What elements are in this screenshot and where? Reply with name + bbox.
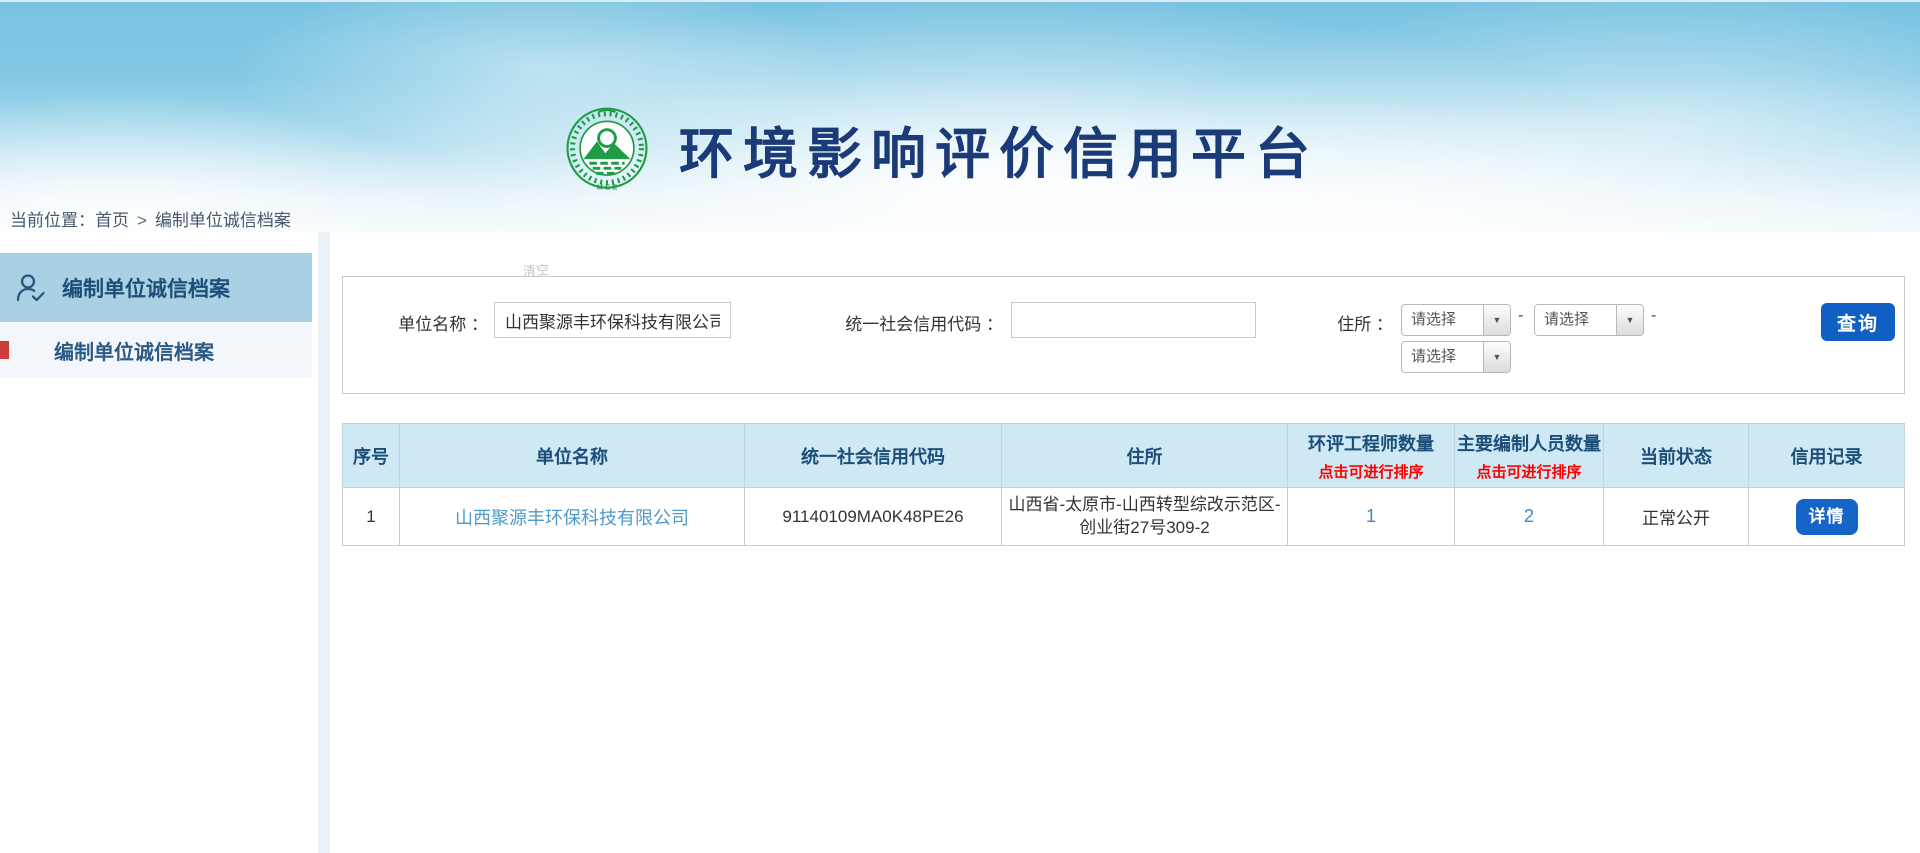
table-row: 1 山西聚源丰环保科技有限公司 91140109MA0K48PE26 山西省-太… bbox=[343, 488, 1905, 546]
cell-engineer-count: 1 bbox=[1288, 488, 1455, 546]
cell-company-name: 山西聚源丰环保科技有限公司 bbox=[400, 488, 745, 546]
address-dash: - bbox=[1518, 307, 1523, 325]
site-title: 环境影响评价信用平台 bbox=[679, 109, 1319, 189]
address-dash: - bbox=[1651, 307, 1656, 325]
chevron-down-icon: ▼ bbox=[1616, 305, 1643, 335]
company-name-label: 单位名称 ： bbox=[343, 310, 488, 335]
sidebar-header-label: 编制单位诚信档案 bbox=[62, 273, 230, 303]
search-button[interactable]: 查询 bbox=[1821, 303, 1895, 341]
col-status: 当前状态 bbox=[1604, 424, 1749, 488]
col-editor-count-sortable[interactable]: 主要编制人员数量 点击可进行排序 bbox=[1455, 424, 1604, 488]
company-name-link[interactable]: 山西聚源丰环保科技有限公司 bbox=[455, 508, 689, 528]
sidebar-item-unit-credit-archive[interactable]: 编制单位诚信档案 bbox=[0, 322, 312, 378]
cell-status: 正常公开 bbox=[1604, 488, 1749, 546]
col-engineer-count-sortable[interactable]: 环评工程师数量 点击可进行排序 bbox=[1288, 424, 1455, 488]
page: M E E 环境影响评价信用平台 当前位置：首页 > 编制单位诚信档案 编制单位诚信… bbox=[0, 0, 1920, 853]
sidebar: 编制单位诚信档案 编制单位诚信档案 bbox=[0, 232, 312, 853]
address-district-value: 请选择 bbox=[1402, 342, 1483, 372]
table-header-row: 序号 单位名称 统一社会信用代码 住所 环评工程师数量 点击可进行排序 主要编制… bbox=[343, 424, 1905, 488]
sort-hint: 点击可进行排序 bbox=[1290, 461, 1452, 482]
col-engineer-count-label: 环评工程师数量 bbox=[1290, 430, 1452, 456]
cell-seq: 1 bbox=[343, 488, 400, 546]
sidebar-content-divider bbox=[318, 232, 330, 853]
col-address: 住所 bbox=[1002, 424, 1288, 488]
col-company-name: 单位名称 bbox=[400, 424, 745, 488]
active-item-marker bbox=[0, 341, 9, 359]
breadcrumb-home-link[interactable]: 首页 bbox=[95, 211, 129, 230]
sort-hint: 点击可进行排序 bbox=[1457, 461, 1601, 482]
engineer-count-link[interactable]: 1 bbox=[1366, 506, 1376, 526]
result-table: 序号 单位名称 统一社会信用代码 住所 环评工程师数量 点击可进行排序 主要编制… bbox=[342, 423, 1905, 546]
breadcrumb-current: 编制单位诚信档案 bbox=[155, 211, 291, 230]
logo-text: M E E bbox=[597, 182, 618, 191]
pagination-remnant bbox=[1334, 849, 1368, 853]
user-check-icon bbox=[15, 272, 47, 304]
address-province-select[interactable]: 请选择 ▼ bbox=[1401, 304, 1511, 336]
col-credit-code: 统一社会信用代码 bbox=[745, 424, 1002, 488]
header-banner: M E E 环境影响评价信用平台 bbox=[0, 0, 1920, 232]
sidebar-header-unit-credit-archive[interactable]: 编制单位诚信档案 bbox=[0, 253, 312, 322]
col-credit-record: 信用记录 bbox=[1749, 424, 1905, 488]
credit-code-label: 统一社会信用代码 ： bbox=[783, 310, 1003, 335]
col-editor-count-label: 主要编制人员数量 bbox=[1457, 430, 1601, 456]
address-label: 住所 ： bbox=[1293, 310, 1393, 335]
address-province-value: 请选择 bbox=[1402, 305, 1483, 335]
col-seq: 序号 bbox=[343, 424, 400, 488]
company-name-input[interactable] bbox=[494, 302, 731, 338]
sidebar-item-label: 编制单位诚信档案 bbox=[54, 336, 214, 365]
cell-editor-count: 2 bbox=[1455, 488, 1604, 546]
detail-button[interactable]: 详情 bbox=[1796, 499, 1858, 535]
credit-code-input[interactable] bbox=[1011, 302, 1256, 338]
editor-count-link[interactable]: 2 bbox=[1524, 506, 1534, 526]
chevron-down-icon: ▼ bbox=[1483, 342, 1510, 372]
breadcrumb: 当前位置：首页 > 编制单位诚信档案 bbox=[10, 206, 291, 231]
chevron-down-icon: ▼ bbox=[1483, 305, 1510, 335]
breadcrumb-separator: > bbox=[137, 211, 147, 230]
mee-logo-icon: M E E bbox=[565, 106, 649, 192]
address-city-value: 请选择 bbox=[1535, 305, 1616, 335]
search-form: 单位名称 ： 统一社会信用代码 ： 住所 ： 请选择 ▼ - 请选择 ▼ - 请… bbox=[342, 276, 1905, 394]
cell-credit-code: 91140109MA0K48PE26 bbox=[745, 488, 1002, 546]
brand: M E E 环境影响评价信用平台 bbox=[0, 106, 1902, 192]
address-city-select[interactable]: 请选择 ▼ bbox=[1534, 304, 1644, 336]
content-area: 清空 单位名称 ： 统一社会信用代码 ： 住所 ： 请选择 ▼ - 请选择 ▼ … bbox=[330, 232, 1920, 853]
breadcrumb-label: 当前位置： bbox=[10, 211, 95, 230]
cell-address: 山西省-太原市-山西转型综改示范区-创业街27号309-2 bbox=[1002, 488, 1288, 546]
address-district-select[interactable]: 请选择 ▼ bbox=[1401, 341, 1511, 373]
cell-credit-record: 详情 bbox=[1749, 488, 1905, 546]
